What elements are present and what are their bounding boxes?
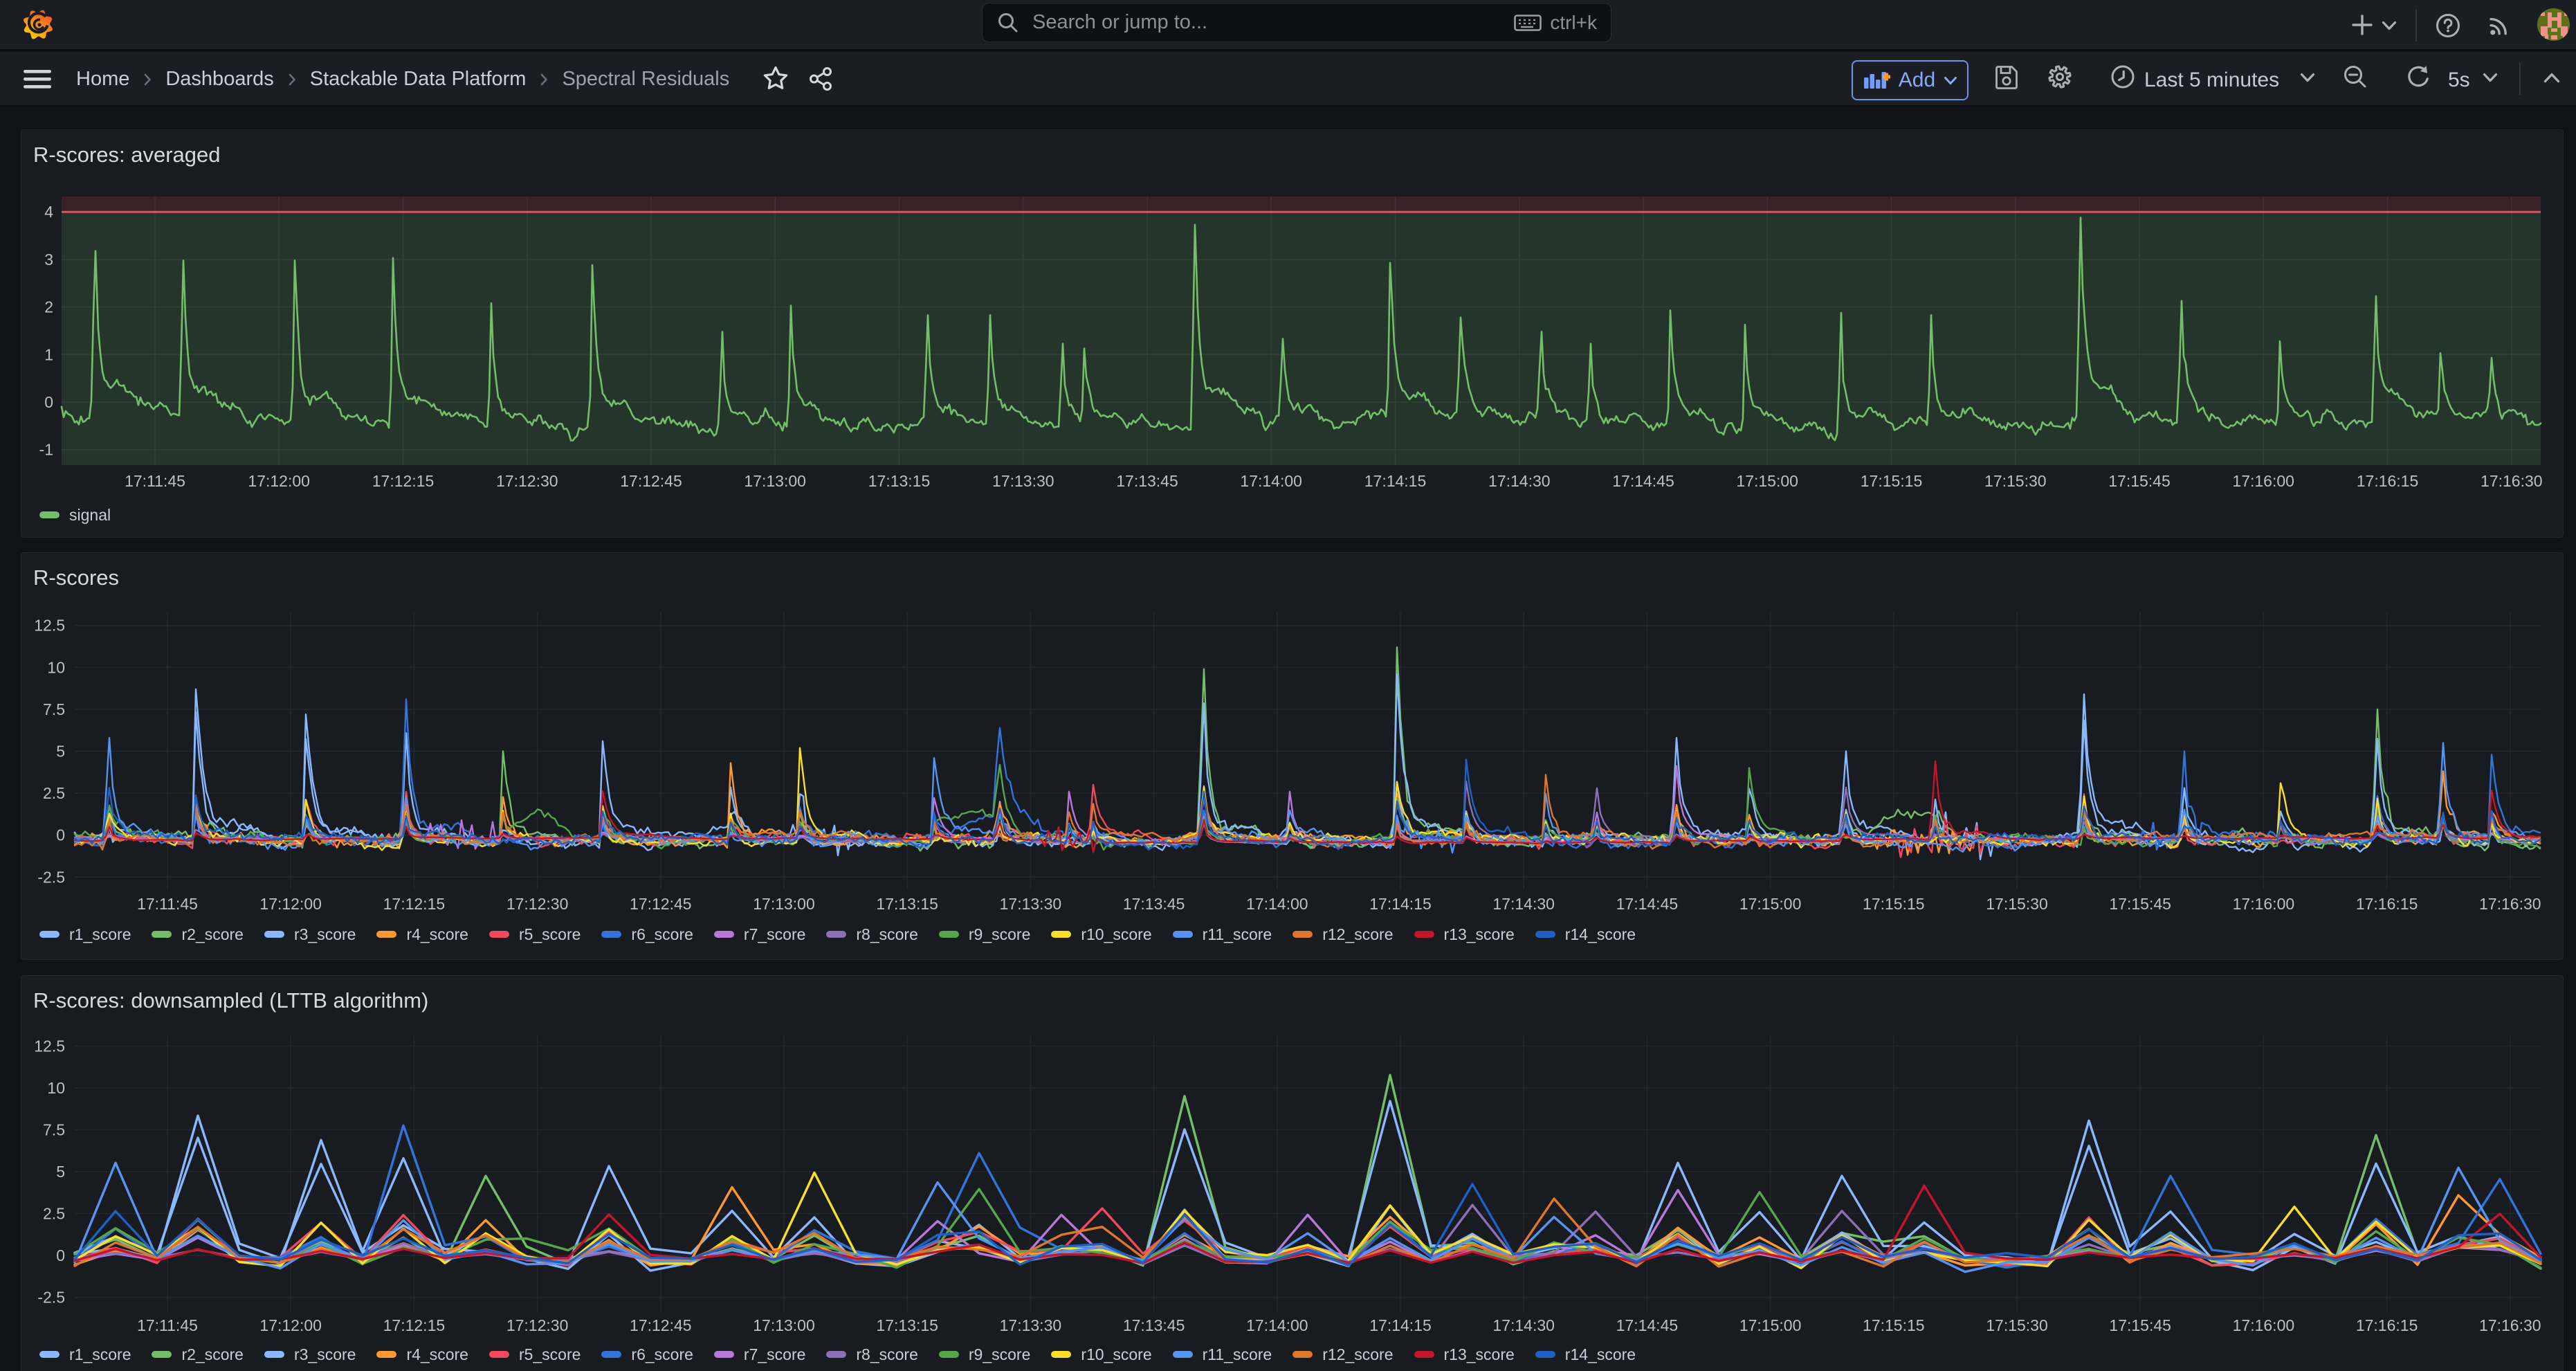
svg-text:17:14:45: 17:14:45: [1612, 472, 1674, 490]
svg-text:12.5: 12.5: [34, 1037, 65, 1055]
svg-text:17:15:30: 17:15:30: [1986, 895, 2048, 913]
svg-text:17:13:30: 17:13:30: [1000, 895, 1062, 913]
svg-text:17:14:30: 17:14:30: [1492, 895, 1555, 913]
svg-text:17:12:15: 17:12:15: [372, 472, 435, 490]
svg-text:17:12:30: 17:12:30: [496, 472, 558, 490]
svg-text:17:15:00: 17:15:00: [1736, 472, 1798, 490]
svg-text:17:12:00: 17:12:00: [248, 472, 310, 490]
svg-text:17:14:00: 17:14:00: [1240, 472, 1302, 490]
svg-text:4: 4: [44, 203, 53, 221]
svg-text:17:12:45: 17:12:45: [630, 895, 692, 913]
svg-text:12.5: 12.5: [34, 617, 65, 635]
svg-text:5: 5: [56, 1163, 65, 1181]
svg-text:17:13:30: 17:13:30: [992, 472, 1054, 490]
svg-text:17:16:15: 17:16:15: [2357, 472, 2419, 490]
svg-text:17:12:45: 17:12:45: [620, 472, 682, 490]
svg-text:17:15:45: 17:15:45: [2109, 895, 2171, 913]
svg-text:17:15:15: 17:15:15: [1861, 472, 1923, 490]
svg-text:17:16:00: 17:16:00: [2233, 895, 2295, 913]
svg-text:17:13:45: 17:13:45: [1116, 472, 1178, 490]
svg-text:17:16:30: 17:16:30: [2479, 1316, 2541, 1334]
svg-text:7.5: 7.5: [43, 1121, 65, 1139]
svg-text:17:13:15: 17:13:15: [868, 472, 931, 490]
svg-text:17:14:45: 17:14:45: [1616, 1316, 1679, 1334]
svg-text:17:16:15: 17:16:15: [2356, 1316, 2418, 1334]
svg-text:17:11:45: 17:11:45: [137, 895, 198, 913]
svg-text:17:15:45: 17:15:45: [2108, 472, 2171, 490]
svg-text:17:12:00: 17:12:00: [259, 1316, 322, 1334]
svg-text:17:15:45: 17:15:45: [2109, 1316, 2171, 1334]
svg-text:17:13:15: 17:13:15: [876, 895, 938, 913]
svg-text:17:12:15: 17:12:15: [383, 1316, 446, 1334]
svg-text:17:15:00: 17:15:00: [1739, 1316, 1802, 1334]
svg-text:3: 3: [44, 251, 53, 269]
svg-text:-2.5: -2.5: [37, 868, 65, 886]
svg-text:17:12:30: 17:12:30: [506, 1316, 569, 1334]
svg-text:-2.5: -2.5: [37, 1289, 65, 1307]
svg-text:17:11:45: 17:11:45: [125, 472, 185, 490]
svg-text:17:16:15: 17:16:15: [2356, 895, 2418, 913]
svg-text:17:16:00: 17:16:00: [2233, 1316, 2295, 1334]
svg-text:17:14:45: 17:14:45: [1616, 895, 1679, 913]
svg-text:1: 1: [44, 345, 53, 363]
svg-text:17:14:15: 17:14:15: [1364, 472, 1427, 490]
svg-text:17:12:30: 17:12:30: [506, 895, 569, 913]
svg-text:17:13:45: 17:13:45: [1123, 895, 1185, 913]
svg-text:17:15:15: 17:15:15: [1863, 1316, 1925, 1334]
svg-text:10: 10: [47, 1079, 65, 1097]
svg-text:-1: -1: [39, 441, 53, 459]
svg-text:2: 2: [44, 298, 53, 316]
svg-text:17:15:15: 17:15:15: [1863, 895, 1925, 913]
svg-text:2.5: 2.5: [43, 784, 65, 802]
svg-text:17:15:30: 17:15:30: [1986, 1316, 2048, 1334]
svg-text:17:13:00: 17:13:00: [753, 1316, 815, 1334]
svg-text:5: 5: [56, 743, 65, 761]
svg-text:2.5: 2.5: [43, 1205, 65, 1223]
svg-text:7.5: 7.5: [43, 700, 65, 718]
svg-text:17:14:30: 17:14:30: [1492, 1316, 1555, 1334]
svg-text:17:15:30: 17:15:30: [1984, 472, 2047, 490]
svg-text:0: 0: [44, 393, 53, 411]
svg-text:17:13:00: 17:13:00: [744, 472, 806, 490]
svg-text:0: 0: [56, 1246, 65, 1264]
svg-text:10: 10: [47, 658, 65, 676]
svg-text:17:14:15: 17:14:15: [1369, 895, 1432, 913]
svg-text:17:13:15: 17:13:15: [876, 1316, 938, 1334]
svg-text:17:13:30: 17:13:30: [1000, 1316, 1062, 1334]
svg-text:17:16:00: 17:16:00: [2232, 472, 2294, 490]
svg-text:17:14:15: 17:14:15: [1369, 1316, 1432, 1334]
svg-text:17:11:45: 17:11:45: [137, 1316, 198, 1334]
svg-text:0: 0: [56, 826, 65, 844]
svg-text:17:16:30: 17:16:30: [2479, 895, 2541, 913]
svg-text:17:16:30: 17:16:30: [2481, 472, 2543, 490]
svg-text:17:14:00: 17:14:00: [1246, 1316, 1308, 1334]
svg-text:17:13:45: 17:13:45: [1123, 1316, 1185, 1334]
svg-text:17:12:15: 17:12:15: [383, 895, 446, 913]
svg-text:17:13:00: 17:13:00: [753, 895, 815, 913]
svg-text:17:15:00: 17:15:00: [1739, 895, 1802, 913]
svg-text:17:14:30: 17:14:30: [1488, 472, 1551, 490]
svg-text:17:12:45: 17:12:45: [630, 1316, 692, 1334]
svg-text:17:14:00: 17:14:00: [1246, 895, 1308, 913]
svg-text:17:12:00: 17:12:00: [259, 895, 322, 913]
